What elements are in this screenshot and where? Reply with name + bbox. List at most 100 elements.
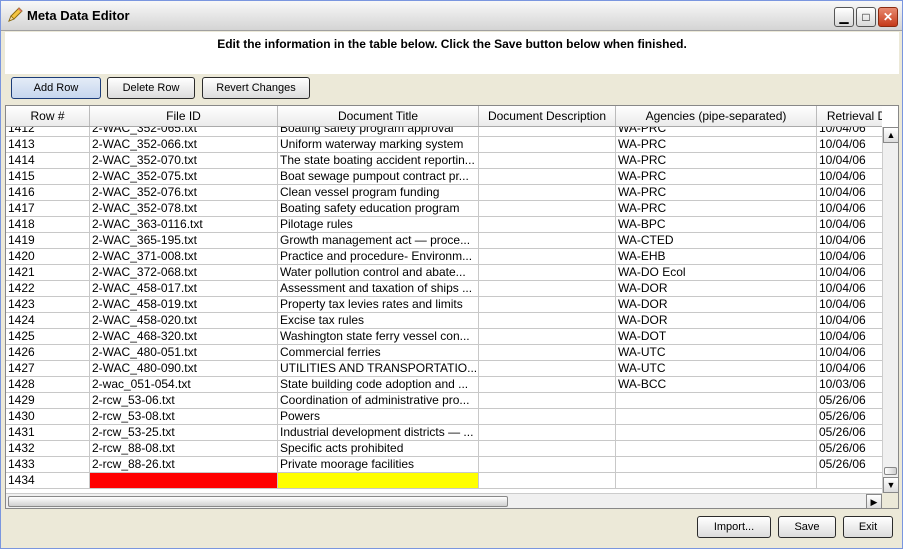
cell-file-id[interactable]: 2-WAC_480-090.txt	[90, 361, 278, 377]
table-row[interactable]: 1425 2-WAC_468-320.txt Washington state fe…	[6, 329, 882, 345]
close-button[interactable]: ✕	[878, 7, 898, 27]
table-row[interactable]: 1417 2-WAC_352-078.txt Boating safety educ…	[6, 201, 882, 217]
cell-agencies[interactable]: WA-PRC	[616, 153, 817, 169]
cell-agencies[interactable]: WA-PRC	[616, 185, 817, 201]
cell-document-title[interactable]: Clean vessel program funding	[278, 185, 479, 201]
table-row[interactable]: 1431 2-rcw_53-25.txt Industrial developmen…	[6, 425, 882, 441]
cell-file-id[interactable]: 2-WAC_363-0116.txt	[90, 217, 278, 233]
cell-row-number[interactable]: 1416	[6, 185, 90, 201]
cell-retrieval-date[interactable]: 05/26/06	[817, 425, 882, 441]
cell-row-number[interactable]: 1413	[6, 137, 90, 153]
cell-document-description[interactable]	[479, 313, 616, 329]
cell-agencies[interactable]: WA-DOR	[616, 281, 817, 297]
table-row[interactable]: 1434	[6, 473, 882, 489]
cell-row-number[interactable]: 1418	[6, 217, 90, 233]
cell-file-id[interactable]: 2-WAC_365-195.txt	[90, 233, 278, 249]
cell-retrieval-date[interactable]: 05/26/06	[817, 393, 882, 409]
cell-document-description[interactable]	[479, 127, 616, 137]
cell-row-number[interactable]: 1423	[6, 297, 90, 313]
cell-document-title[interactable]: Pilotage rules	[278, 217, 479, 233]
scroll-up-arrow-icon[interactable]: ▲	[883, 127, 898, 143]
cell-retrieval-date[interactable]: 05/26/06	[817, 409, 882, 425]
cell-document-description[interactable]	[479, 233, 616, 249]
scroll-down-arrow-icon[interactable]: ▼	[883, 477, 898, 493]
cell-agencies[interactable]: WA-BPC	[616, 217, 817, 233]
table-row[interactable]: 1430 2-rcw_53-08.txt Powers 05/26/06	[6, 409, 882, 425]
cell-document-description[interactable]	[479, 409, 616, 425]
cell-document-title[interactable]: Property tax levies rates and limits	[278, 297, 479, 313]
cell-retrieval-date[interactable]: 10/04/06	[817, 345, 882, 361]
cell-document-description[interactable]	[479, 169, 616, 185]
save-button[interactable]: Save	[778, 516, 836, 538]
vertical-scrollbar[interactable]: ▲ ▼	[882, 127, 898, 493]
cell-agencies[interactable]: WA-PRC	[616, 169, 817, 185]
cell-agencies[interactable]	[616, 393, 817, 409]
minimize-button[interactable]: ▁	[834, 7, 854, 27]
cell-retrieval-date[interactable]: 10/04/06	[817, 127, 882, 137]
cell-retrieval-date[interactable]: 10/04/06	[817, 249, 882, 265]
cell-document-title[interactable]: UTILITIES AND TRANSPORTATIO...	[278, 361, 479, 377]
table-row[interactable]: 1414 2-WAC_352-070.txt The state boating a…	[6, 153, 882, 169]
cell-file-id[interactable]: 2-wac_051-054.txt	[90, 377, 278, 393]
table-row[interactable]: 1412 2-WAC_352-065.txt Boating safety prog…	[6, 127, 882, 137]
cell-file-id[interactable]: 2-WAC_352-065.txt	[90, 127, 278, 137]
cell-file-id[interactable]: 2-WAC_458-017.txt	[90, 281, 278, 297]
cell-document-title[interactable]: Washington state ferry vessel con...	[278, 329, 479, 345]
cell-document-description[interactable]	[479, 265, 616, 281]
table-row[interactable]: 1428 2-wac_051-054.txt State building code…	[6, 377, 882, 393]
cell-row-number[interactable]: 1415	[6, 169, 90, 185]
cell-document-description[interactable]	[479, 153, 616, 169]
cell-row-number[interactable]: 1412	[6, 127, 90, 137]
cell-document-title[interactable]: Excise tax rules	[278, 313, 479, 329]
cell-retrieval-date[interactable]: 10/04/06	[817, 185, 882, 201]
cell-retrieval-date[interactable]: 10/04/06	[817, 217, 882, 233]
delete-row-button[interactable]: Delete Row	[107, 77, 195, 99]
cell-file-id[interactable]: 2-WAC_371-008.txt	[90, 249, 278, 265]
cell-document-title[interactable]: Powers	[278, 409, 479, 425]
cell-row-number[interactable]: 1417	[6, 201, 90, 217]
cell-row-number[interactable]: 1431	[6, 425, 90, 441]
cell-row-number[interactable]: 1419	[6, 233, 90, 249]
cell-document-title[interactable]: Boating safety program approval	[278, 127, 479, 137]
table-row[interactable]: 1432 2-rcw_88-08.txt Specific acts prohibi…	[6, 441, 882, 457]
title-bar[interactable]: Meta Data Editor ▁ □ ✕	[1, 1, 902, 31]
cell-document-title[interactable]: Commercial ferries	[278, 345, 479, 361]
cell-agencies[interactable]: WA-UTC	[616, 345, 817, 361]
cell-row-number[interactable]: 1420	[6, 249, 90, 265]
cell-document-description[interactable]	[479, 217, 616, 233]
cell-row-number[interactable]: 1424	[6, 313, 90, 329]
cell-document-description[interactable]	[479, 361, 616, 377]
table-row[interactable]: 1420 2-WAC_371-008.txt Practice and proced…	[6, 249, 882, 265]
table-row[interactable]: 1416 2-WAC_352-076.txt Clean vessel progra…	[6, 185, 882, 201]
cell-row-number[interactable]: 1433	[6, 457, 90, 473]
cell-retrieval-date[interactable]	[817, 473, 882, 489]
cell-file-id[interactable]: 2-WAC_458-020.txt	[90, 313, 278, 329]
maximize-button[interactable]: □	[856, 7, 876, 27]
cell-retrieval-date[interactable]: 10/04/06	[817, 329, 882, 345]
table-row[interactable]: 1421 2-WAC_372-068.txt Water pollution con…	[6, 265, 882, 281]
cell-agencies[interactable]: WA-DOR	[616, 313, 817, 329]
cell-file-id[interactable]: 2-WAC_352-078.txt	[90, 201, 278, 217]
cell-retrieval-date[interactable]: 10/04/06	[817, 137, 882, 153]
cell-document-title[interactable]: Industrial development districts — ...	[278, 425, 479, 441]
cell-row-number[interactable]: 1414	[6, 153, 90, 169]
cell-document-description[interactable]	[479, 249, 616, 265]
cell-file-id[interactable]: 2-WAC_352-066.txt	[90, 137, 278, 153]
cell-document-description[interactable]	[479, 441, 616, 457]
cell-retrieval-date[interactable]: 10/04/06	[817, 233, 882, 249]
revert-changes-button[interactable]: Revert Changes	[202, 77, 310, 99]
cell-agencies[interactable]: WA-DO Ecol	[616, 265, 817, 281]
table-row[interactable]: 1426 2-WAC_480-051.txt Commercial ferries W…	[6, 345, 882, 361]
cell-agencies[interactable]	[616, 441, 817, 457]
cell-row-number[interactable]: 1428	[6, 377, 90, 393]
cell-row-number[interactable]: 1429	[6, 393, 90, 409]
cell-file-id[interactable]: 2-rcw_53-08.txt	[90, 409, 278, 425]
cell-document-description[interactable]	[479, 329, 616, 345]
cell-file-id[interactable]: 2-WAC_468-320.txt	[90, 329, 278, 345]
cell-document-title[interactable]: State building code adoption and ...	[278, 377, 479, 393]
cell-retrieval-date[interactable]: 10/04/06	[817, 201, 882, 217]
cell-file-id[interactable]: 2-rcw_53-06.txt	[90, 393, 278, 409]
cell-row-number[interactable]: 1430	[6, 409, 90, 425]
cell-document-description[interactable]	[479, 457, 616, 473]
cell-file-id[interactable]: 2-WAC_352-076.txt	[90, 185, 278, 201]
